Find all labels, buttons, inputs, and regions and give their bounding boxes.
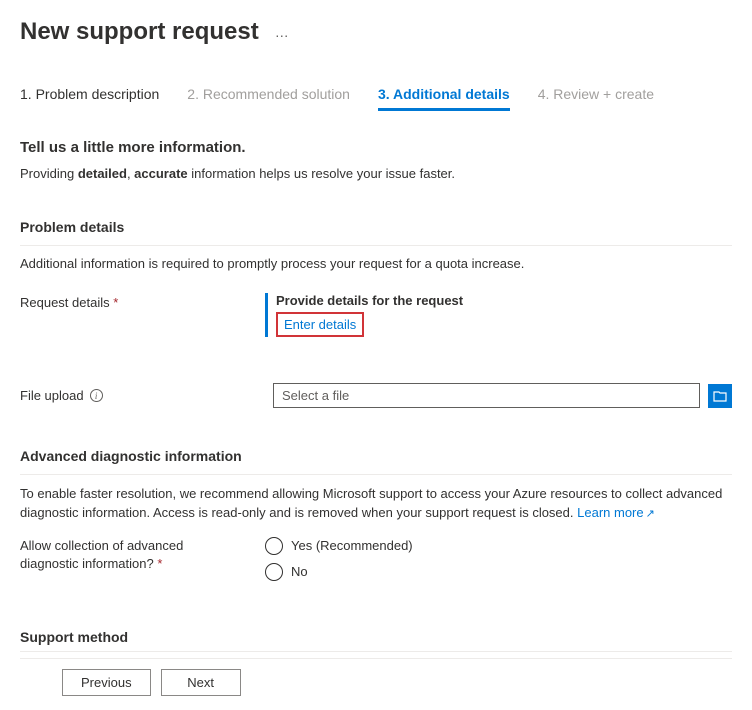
file-select-input[interactable]: Select a file: [273, 383, 700, 408]
tab-problem-description[interactable]: 1. Problem description: [20, 86, 159, 111]
enter-details-highlight: Enter details: [276, 312, 364, 337]
radio-yes-label: Yes (Recommended): [291, 538, 413, 553]
radio-circle-icon: [265, 537, 283, 555]
request-details-label: Request details *: [20, 293, 265, 310]
section-lead-text: Providing detailed, accurate information…: [20, 166, 732, 181]
tab-review-create[interactable]: 4. Review + create: [538, 86, 654, 111]
lead-suffix: information helps us resolve your issue …: [188, 166, 455, 181]
divider: [20, 474, 732, 475]
learn-more-link[interactable]: Learn more: [577, 505, 643, 520]
next-button[interactable]: Next: [161, 669, 241, 696]
advanced-diag-heading: Advanced diagnostic information: [20, 448, 732, 464]
required-asterisk: *: [113, 295, 118, 310]
radio-no-label: No: [291, 564, 308, 579]
advanced-diag-text: To enable faster resolution, we recommen…: [20, 485, 732, 523]
request-details-label-text: Request details: [20, 295, 110, 310]
wizard-tabs: 1. Problem description 2. Recommended so…: [20, 86, 732, 111]
info-icon[interactable]: i: [90, 389, 103, 402]
problem-details-sub: Additional information is required to pr…: [20, 256, 732, 271]
support-method-heading: Support method: [20, 629, 732, 652]
divider: [20, 245, 732, 246]
lead-b1: detailed: [78, 166, 127, 181]
radio-circle-icon: [265, 563, 283, 581]
required-asterisk: *: [157, 556, 162, 571]
problem-details-heading: Problem details: [20, 219, 732, 235]
more-icon[interactable]: …: [275, 24, 290, 40]
radio-no[interactable]: No: [265, 563, 413, 581]
lead-prefix: Providing: [20, 166, 78, 181]
provide-details-title: Provide details for the request: [276, 293, 732, 308]
tab-additional-details[interactable]: 3. Additional details: [378, 86, 510, 111]
file-upload-label: File upload: [20, 388, 84, 403]
folder-icon: [713, 390, 727, 402]
tab-recommended-solution[interactable]: 2. Recommended solution: [187, 86, 350, 111]
allow-collection-label: Allow collection of advanced diagnostic …: [20, 537, 265, 573]
lead-b2: accurate: [134, 166, 187, 181]
enter-details-link[interactable]: Enter details: [284, 317, 356, 332]
section-lead-title: Tell us a little more information.: [20, 139, 732, 156]
external-link-icon: ↗: [646, 508, 655, 520]
file-browse-button[interactable]: [708, 384, 732, 408]
radio-yes[interactable]: Yes (Recommended): [265, 537, 413, 555]
page-title: New support request: [20, 18, 259, 46]
previous-button[interactable]: Previous: [62, 669, 151, 696]
